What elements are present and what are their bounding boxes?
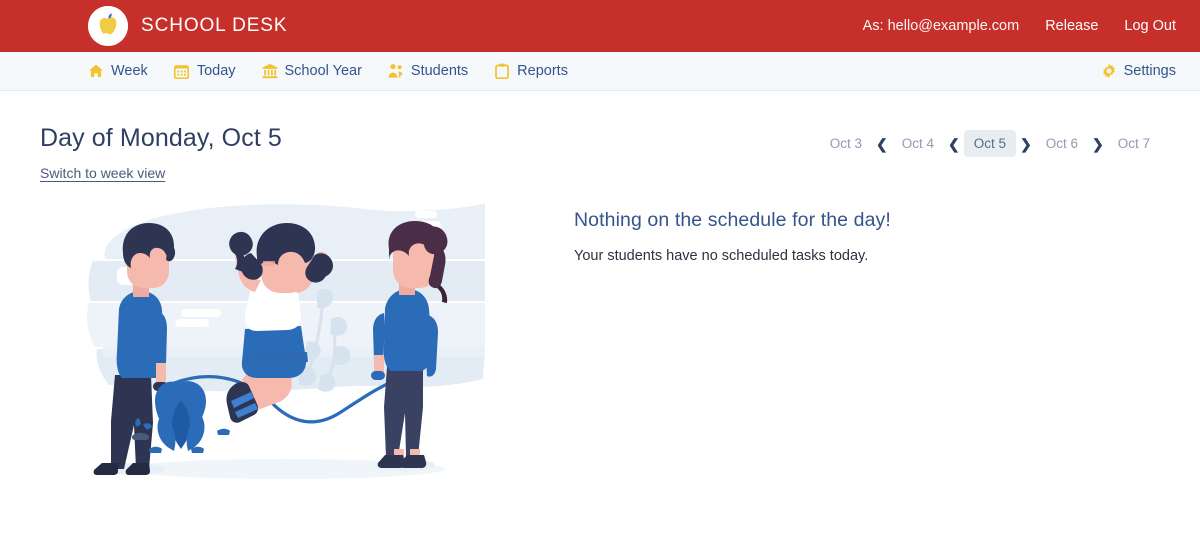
- kids-jumping-rope-illustration: [40, 197, 532, 487]
- app-header: SCHOOL DESK As: hello@example.com Releas…: [0, 0, 1200, 52]
- logout-link[interactable]: Log Out: [1124, 18, 1176, 34]
- nav-items: Week Today School Year Students Reports: [88, 63, 594, 79]
- chevron-right-icon[interactable]: ❯: [1088, 137, 1108, 151]
- empty-state-heading: Nothing on the schedule for the day!: [574, 209, 891, 232]
- home-icon: [88, 63, 104, 79]
- nav-settings-group: Settings: [1101, 63, 1176, 79]
- nav-item-students[interactable]: Students: [388, 63, 468, 79]
- main-navbar: Week Today School Year Students Reports …: [0, 52, 1200, 91]
- date-chip-oct-7[interactable]: Oct 7: [1108, 130, 1160, 157]
- gear-icon: [1101, 63, 1117, 79]
- chevron-left-icon[interactable]: ❮: [872, 137, 892, 151]
- header-actions: As: hello@example.com Release Log Out: [863, 18, 1176, 34]
- nav-item-label: Settings: [1123, 63, 1176, 79]
- page-title: Day of Monday, Oct 5: [40, 124, 282, 152]
- nav-item-label: Reports: [517, 63, 568, 79]
- chevron-left-icon[interactable]: ❮: [944, 137, 964, 151]
- nav-item-today[interactable]: Today: [174, 63, 236, 79]
- page-title-block: Day of Monday, Oct 5 Switch to week view: [40, 123, 282, 183]
- switch-to-week-view-link[interactable]: Switch to week view: [40, 165, 165, 181]
- nav-item-reports[interactable]: Reports: [494, 63, 568, 79]
- nav-item-school-year[interactable]: School Year: [262, 63, 362, 79]
- date-chip-oct-4[interactable]: Oct 4: [892, 130, 944, 157]
- users-icon: [388, 63, 404, 79]
- apple-logo-icon: [88, 6, 128, 46]
- bank-icon: [262, 63, 278, 79]
- page-header-row: Day of Monday, Oct 5 Switch to week view…: [40, 91, 1160, 183]
- release-link[interactable]: Release: [1045, 18, 1098, 34]
- nav-item-label: Today: [196, 63, 236, 79]
- chevron-right-icon[interactable]: ❯: [1016, 137, 1036, 151]
- date-chip-oct-5-active[interactable]: Oct 5: [963, 130, 1016, 157]
- page-content: Day of Monday, Oct 5 Switch to week view…: [0, 91, 1200, 487]
- date-pager: Oct 3 ❮ Oct 4 ❮ Oct 5 ❯ Oct 6 ❯ Oct 7: [820, 130, 1160, 157]
- brand-logo-link[interactable]: SCHOOL DESK: [88, 6, 287, 46]
- nav-item-settings[interactable]: Settings: [1101, 63, 1176, 79]
- brand-name: SCHOOL DESK: [141, 15, 288, 36]
- calendar-icon: [174, 63, 190, 79]
- nav-item-week[interactable]: Week: [88, 63, 148, 79]
- current-user-label: As: hello@example.com: [862, 18, 1020, 34]
- date-chip-oct-3[interactable]: Oct 3: [820, 130, 872, 157]
- clipboard-icon: [494, 63, 510, 79]
- nav-item-label: School Year: [284, 63, 362, 79]
- nav-item-label: Week: [111, 63, 148, 79]
- empty-state: Nothing on the schedule for the day! You…: [40, 197, 1160, 487]
- nav-item-label: Students: [410, 63, 469, 79]
- empty-state-subtext: Your students have no scheduled tasks to…: [574, 248, 869, 265]
- date-chip-oct-6[interactable]: Oct 6: [1036, 130, 1088, 157]
- empty-state-text: Nothing on the schedule for the day! You…: [532, 197, 891, 264]
